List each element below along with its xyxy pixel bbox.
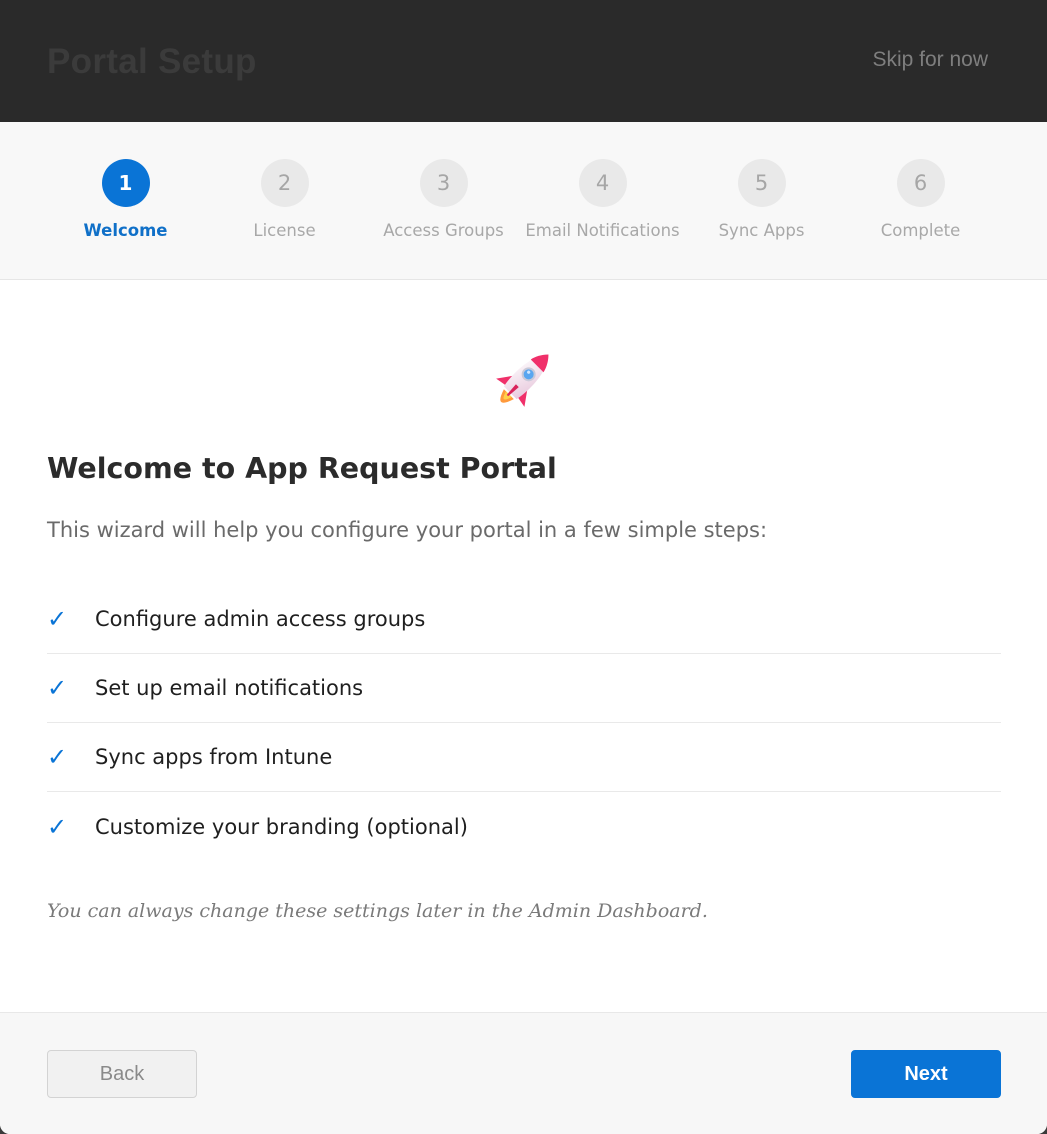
wizard-title: Portal Setup: [47, 42, 257, 81]
step-number: 3: [419, 159, 468, 207]
step-number: 6: [896, 159, 945, 207]
step-label: Access Groups: [383, 221, 504, 240]
wizard-footer: Back Next: [0, 1012, 1047, 1134]
skip-for-now-link[interactable]: Skip for now: [872, 48, 988, 72]
setup-wizard-dialog: Portal Setup Skip for now 1 Welcome 2 Li…: [0, 0, 1047, 1134]
wizard-header: Portal Setup Skip for now: [0, 0, 1047, 122]
rocket-icon: [496, 354, 549, 407]
wizard-stepper: 1 Welcome 2 License 3 Access Groups 4 Em…: [0, 122, 1047, 280]
step-label: License: [253, 221, 316, 240]
checklist-text: Configure admin access groups: [95, 607, 426, 631]
welcome-intro: This wizard will help you configure your…: [47, 518, 768, 542]
step-complete[interactable]: 6 Complete: [841, 159, 1000, 240]
step-access-groups[interactable]: 3 Access Groups: [364, 159, 523, 240]
step-email-notifications[interactable]: 4 Email Notifications: [523, 159, 682, 240]
step-label: Welcome: [83, 221, 168, 240]
checkmark-icon: ✓: [47, 743, 68, 771]
checklist-text: Customize your branding (optional): [95, 814, 468, 839]
step-sync-apps[interactable]: 5 Sync Apps: [682, 159, 841, 240]
step-number: 2: [260, 159, 309, 207]
list-item: ✓ Configure admin access groups: [47, 585, 1001, 654]
settings-note: You can always change these settings lat…: [47, 900, 708, 922]
back-button[interactable]: Back: [47, 1050, 197, 1098]
checkmark-icon: ✓: [47, 812, 68, 841]
list-item: ✓ Customize your branding (optional): [47, 792, 1001, 861]
checklist-text: Sync apps from Intune: [95, 745, 333, 769]
step-welcome[interactable]: 1 Welcome: [46, 159, 205, 240]
welcome-title: Welcome to App Request Portal: [47, 452, 557, 485]
step-label: Email Notifications: [525, 221, 680, 240]
step-number: 5: [737, 159, 786, 207]
step-label: Sync Apps: [718, 221, 805, 240]
step-label: Complete: [880, 221, 961, 240]
list-item: ✓ Set up email notifications: [47, 654, 1001, 723]
step-number: 1: [101, 159, 150, 207]
checkmark-icon: ✓: [47, 674, 68, 702]
step-license[interactable]: 2 License: [205, 159, 364, 240]
checklist-text: Set up email notifications: [95, 676, 364, 700]
step-number: 4: [578, 159, 627, 207]
checkmark-icon: ✓: [47, 605, 68, 633]
setup-checklist: ✓ Configure admin access groups ✓ Set up…: [47, 585, 1001, 861]
next-button[interactable]: Next: [851, 1050, 1001, 1098]
list-item: ✓ Sync apps from Intune: [47, 723, 1001, 792]
